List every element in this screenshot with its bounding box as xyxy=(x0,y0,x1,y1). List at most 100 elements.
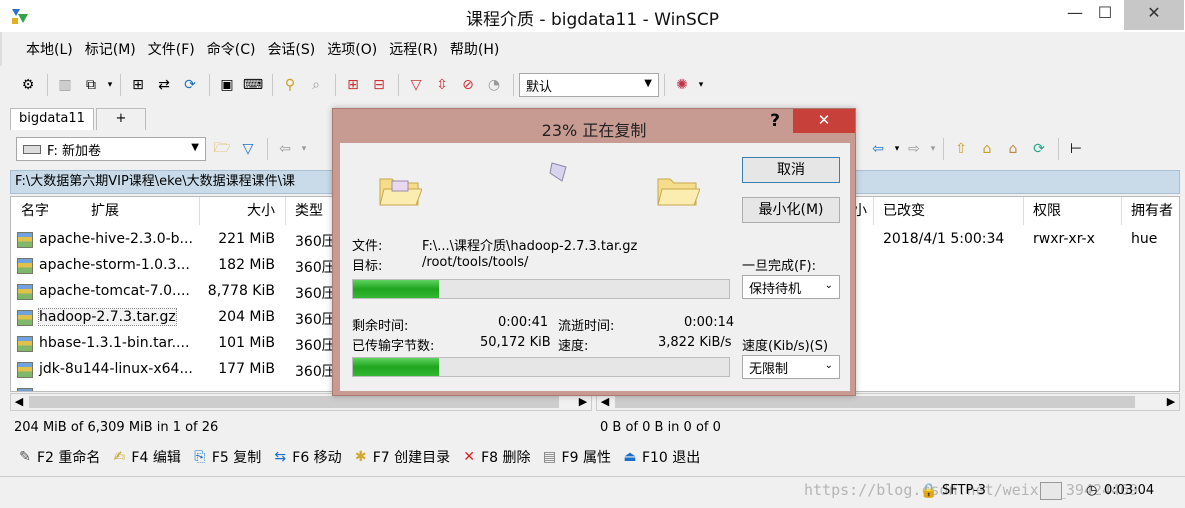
column-rights[interactable]: 权限 xyxy=(1033,197,1061,225)
find-files-icon[interactable]: ⚲ xyxy=(278,73,302,97)
clear-selection-icon[interactable]: ⊘ xyxy=(456,73,480,97)
select-plus-icon[interactable]: ⊞ xyxy=(341,73,365,97)
total-progress-bar xyxy=(352,357,730,377)
column-size[interactable]: 大小 xyxy=(247,197,275,225)
find-icon[interactable]: ⌕ xyxy=(304,73,328,97)
menu-bar: 本地(L) 标记(M) 文件(F) 命令(C) 会话(S) 选项(O) 远程(R… xyxy=(0,32,1185,66)
f5-copy-button[interactable]: ⎘ F5 复制 xyxy=(191,447,261,467)
minimize-button[interactable]: — xyxy=(1060,0,1090,30)
menu-commands[interactable]: 命令(C) xyxy=(201,39,262,59)
help-button[interactable]: ? xyxy=(765,111,785,131)
unselect-minus-icon[interactable]: ⊟ xyxy=(367,73,391,97)
on-complete-label: 一旦完成(F): xyxy=(742,259,817,274)
scroll-right-icon[interactable]: ▶ xyxy=(1163,394,1179,410)
refresh-icon[interactable]: ⟳ xyxy=(1027,137,1051,161)
scroll-thumb[interactable] xyxy=(29,396,559,408)
f10-quit-button[interactable]: ⏏ F10 退出 xyxy=(621,447,700,467)
queue-icon[interactable]: ▥ xyxy=(53,73,77,97)
on-complete-select[interactable]: 保持待机 ⌄ xyxy=(742,275,840,299)
scroll-left-icon[interactable]: ◀ xyxy=(11,394,27,410)
column-type[interactable]: 类型 xyxy=(295,197,323,225)
f6-move-button[interactable]: ⇆ F6 移动 xyxy=(271,447,341,467)
f8-delete-button[interactable]: ✕ F8 删除 xyxy=(460,447,530,467)
menu-remote[interactable]: 远程(R) xyxy=(383,39,444,59)
f7-create-folder-button[interactable]: ✱ F7 创建目录 xyxy=(352,447,450,467)
menu-file[interactable]: 文件(F) xyxy=(142,39,201,59)
f9-properties-button[interactable]: ▤ F9 属性 xyxy=(541,447,611,467)
menu-session[interactable]: 会话(S) xyxy=(261,39,321,59)
compare-dirs-icon[interactable]: ⊞ xyxy=(126,73,150,97)
file-value: F:\...\课程介质\hadoop-2.7.3.tar.gz xyxy=(422,239,638,254)
close-window-button[interactable]: ✕ xyxy=(1124,0,1184,30)
transfer-profile-select[interactable]: 默认 ▼ xyxy=(519,73,659,97)
scroll-left-icon[interactable]: ◀ xyxy=(597,394,613,410)
target-value: /root/tools/tools/ xyxy=(422,255,529,270)
chevron-down-icon[interactable]: ▾ xyxy=(892,144,902,154)
home-icon[interactable]: ⌂ xyxy=(1001,137,1025,161)
chevron-down-icon[interactable]: ▾ xyxy=(299,144,309,154)
scroll-right-icon[interactable]: ▶ xyxy=(575,394,591,410)
sync-browse-icon[interactable]: ⇄ xyxy=(152,73,176,97)
menu-help[interactable]: 帮助(H) xyxy=(444,39,505,59)
open-folder-icon[interactable]: 🗁 xyxy=(210,137,234,161)
fkey-label: F6 移动 xyxy=(292,450,342,466)
tree-icon[interactable]: ⊢ xyxy=(1064,137,1088,161)
quit-icon: ⏏ xyxy=(623,449,637,465)
menu-local[interactable]: 本地(L) xyxy=(20,39,79,59)
file-rights: rwxr-xr-x xyxy=(1033,231,1095,247)
local-toolbar: F: 新加卷 ▼ 🗁 ▽ ⇦ ▾ xyxy=(16,132,309,166)
filter-folder-icon[interactable]: ▽ xyxy=(236,137,260,161)
minimize-button[interactable]: 最小化(M) xyxy=(742,197,840,223)
cancel-button[interactable]: 取消 xyxy=(742,157,840,183)
toolbar-separator xyxy=(1058,138,1059,160)
clock-icon: ◷ xyxy=(1086,483,1098,498)
copy-pages-icon[interactable]: ⧉ xyxy=(79,73,103,97)
session-tabs: bigdata11 + xyxy=(10,106,146,130)
target-label: 目标: xyxy=(352,259,383,274)
putty-icon[interactable]: ⌨ xyxy=(241,73,265,97)
elapsed-value: 0:00:14 xyxy=(684,315,735,330)
scroll-thumb[interactable] xyxy=(615,396,1135,408)
console-icon[interactable]: ▣ xyxy=(215,73,239,97)
menu-options[interactable]: 选项(O) xyxy=(321,39,383,59)
maximize-button[interactable]: ☐ xyxy=(1090,0,1120,30)
parent-folder-icon[interactable]: ⇧ xyxy=(949,137,973,161)
preferences-gear-icon[interactable]: ⚙ xyxy=(16,73,40,97)
column-owner[interactable]: 拥有者 xyxy=(1131,197,1173,225)
tab-bigdata11[interactable]: bigdata11 xyxy=(10,108,94,130)
toolbar-separator xyxy=(120,74,121,96)
back-arrow-icon[interactable]: ⇦ xyxy=(866,137,890,161)
file-name: jdk-8u144-linux-x64... xyxy=(39,361,193,377)
speed-limit-select[interactable]: 无限制 ⌄ xyxy=(742,355,840,379)
copy-progress-dialog: 23% 正在复制 ? ✕ 取消 最小化(M) 文件: F:\...\课程介质\h… xyxy=(332,108,856,396)
new-session-tab[interactable]: + xyxy=(95,108,146,130)
menu-mark[interactable]: 标记(M) xyxy=(79,39,142,59)
remaining-value: 0:00:41 xyxy=(498,315,549,330)
file-progress-bar xyxy=(352,279,730,299)
chevron-down-icon[interactable]: ▾ xyxy=(105,80,115,90)
local-drive-select[interactable]: F: 新加卷 ▼ xyxy=(16,137,206,161)
invert-selection-icon[interactable]: ⇳ xyxy=(430,73,454,97)
toolbar-separator xyxy=(335,74,336,96)
transfer-settings-icon[interactable]: ✺ xyxy=(670,73,694,97)
file-size: 221 MiB xyxy=(218,231,275,247)
synchronize-icon[interactable]: ⟳ xyxy=(178,73,202,97)
copy-icon: ⎘ xyxy=(194,449,206,465)
file-type: 360压 xyxy=(295,364,336,380)
refresh-selection-icon[interactable]: ◔ xyxy=(482,73,506,97)
chevron-down-icon[interactable]: ▾ xyxy=(928,144,938,154)
fkey-label: F10 退出 xyxy=(641,450,701,466)
toolbar-separator xyxy=(398,74,399,96)
f4-edit-button[interactable]: ✍ F4 编辑 xyxy=(110,447,181,467)
filter-icon[interactable]: ▽ xyxy=(404,73,428,97)
toolbar-separator xyxy=(943,138,944,160)
dialog-close-button[interactable]: ✕ xyxy=(793,109,855,133)
back-arrow-icon[interactable]: ⇦ xyxy=(273,137,297,161)
forward-arrow-icon[interactable]: ⇨ xyxy=(902,137,926,161)
root-folder-icon[interactable]: ⌂ xyxy=(975,137,999,161)
chevron-down-icon[interactable]: ▾ xyxy=(696,80,706,90)
column-extension[interactable]: 扩展 xyxy=(91,197,119,225)
column-changed[interactable]: 已改变 xyxy=(883,197,925,225)
column-name[interactable]: 名字 xyxy=(21,197,49,225)
f2-rename-button[interactable]: ✎ F2 重命名 xyxy=(16,447,100,467)
